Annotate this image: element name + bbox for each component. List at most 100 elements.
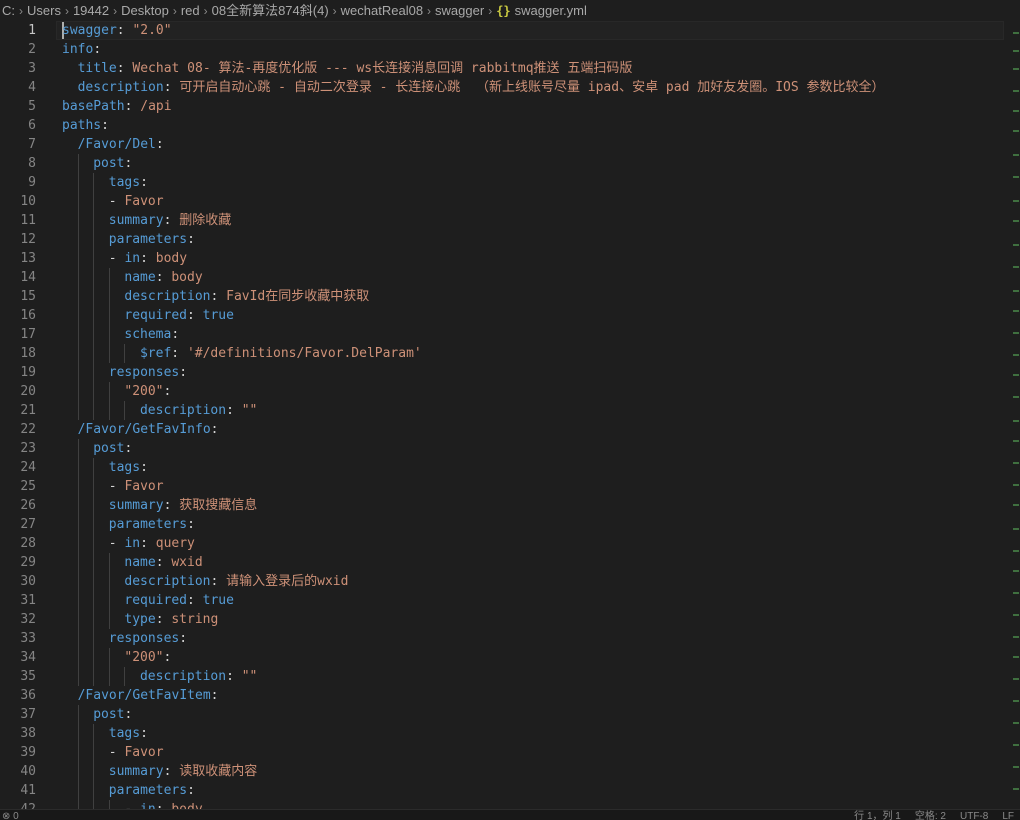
code-line[interactable]: 1 swagger: "2.0" — [0, 21, 1020, 40]
code-line[interactable]: 18 $ref: '#/definitions/Favor.DelParam' — [0, 344, 1020, 363]
code-line[interactable]: 41 parameters: — [0, 781, 1020, 800]
code-line[interactable]: 5 basePath: /api — [0, 97, 1020, 116]
line-number[interactable]: 2 — [0, 40, 36, 59]
code-line[interactable]: 21 description: "" — [0, 401, 1020, 420]
line-number[interactable]: 21 — [0, 401, 36, 420]
line-number[interactable]: 13 — [0, 249, 36, 268]
breadcrumb-item[interactable]: 08全新算法874斜(4) — [212, 3, 329, 18]
line-number[interactable]: 28 — [0, 534, 36, 553]
line-number[interactable]: 10 — [0, 192, 36, 211]
minimap-change-markers[interactable] — [1012, 22, 1020, 812]
line-number[interactable]: 37 — [0, 705, 36, 724]
code-line[interactable]: 29 name: wxid — [0, 553, 1020, 572]
code-line[interactable]: 20 "200": — [0, 382, 1020, 401]
code-line[interactable]: 10 - Favor — [0, 192, 1020, 211]
code-line[interactable]: 28 - in: query — [0, 534, 1020, 553]
code-line[interactable]: 13 - in: body — [0, 249, 1020, 268]
code-line[interactable]: 26 summary: 获取搜藏信息 — [0, 496, 1020, 515]
line-number[interactable]: 11 — [0, 211, 36, 230]
indent-guide — [62, 534, 78, 553]
code-line[interactable]: 7/Favor/Del: — [0, 135, 1020, 154]
code-line[interactable]: 35 description: "" — [0, 667, 1020, 686]
code-line[interactable]: 34 "200": — [0, 648, 1020, 667]
indent-guide — [62, 648, 78, 667]
line-content: required: true — [62, 591, 234, 610]
code-line[interactable]: 22/Favor/GetFavInfo: — [0, 420, 1020, 439]
line-number[interactable]: 6 — [0, 116, 36, 135]
line-number[interactable]: 36 — [0, 686, 36, 705]
code-line[interactable]: 33 responses: — [0, 629, 1020, 648]
line-number[interactable]: 17 — [0, 325, 36, 344]
code-line[interactable]: 24 tags: — [0, 458, 1020, 477]
line-number[interactable]: 29 — [0, 553, 36, 572]
code-line[interactable]: 8 post: — [0, 154, 1020, 173]
code-line[interactable]: 16 required: true — [0, 306, 1020, 325]
line-number[interactable]: 39 — [0, 743, 36, 762]
code-line[interactable]: 27 parameters: — [0, 515, 1020, 534]
line-number[interactable]: 5 — [0, 97, 36, 116]
code-line[interactable]: 19 responses: — [0, 363, 1020, 382]
code-line[interactable]: 36/Favor/GetFavItem: — [0, 686, 1020, 705]
code-line[interactable]: 40 summary: 读取收藏内容 — [0, 762, 1020, 781]
line-number[interactable]: 38 — [0, 724, 36, 743]
code-line[interactable]: 6 paths: — [0, 116, 1020, 135]
line-number[interactable]: 32 — [0, 610, 36, 629]
line-number[interactable]: 42 — [0, 800, 36, 809]
code-line[interactable]: 17 schema: — [0, 325, 1020, 344]
line-number[interactable]: 9 — [0, 173, 36, 192]
indent-guide — [93, 306, 109, 325]
code-line[interactable]: 9 tags: — [0, 173, 1020, 192]
line-number[interactable]: 31 — [0, 591, 36, 610]
line-number[interactable]: 27 — [0, 515, 36, 534]
breadcrumb-item[interactable]: wechatReal08 — [341, 3, 423, 18]
line-number[interactable]: 22 — [0, 420, 36, 439]
line-number[interactable]: 24 — [0, 458, 36, 477]
code-line[interactable]: 15 description: FavId在同步收藏中获取 — [0, 287, 1020, 306]
breadcrumb-item[interactable]: swagger — [435, 3, 484, 18]
line-number[interactable]: 15 — [0, 287, 36, 306]
breadcrumb-item[interactable]: Users — [27, 3, 61, 18]
code-line[interactable]: 38 tags: — [0, 724, 1020, 743]
breadcrumb-item[interactable]: Desktop — [121, 3, 169, 18]
line-number[interactable]: 34 — [0, 648, 36, 667]
line-number[interactable]: 7 — [0, 135, 36, 154]
line-number[interactable]: 3 — [0, 59, 36, 78]
code-line[interactable]: 30 description: 请输入登录后的wxid — [0, 572, 1020, 591]
line-number[interactable]: 20 — [0, 382, 36, 401]
line-number[interactable]: 12 — [0, 230, 36, 249]
code-line[interactable]: 25 - Favor — [0, 477, 1020, 496]
code-editor[interactable]: 1 swagger: "2.0" 2 info: 3 title: Wechat 08- … — [0, 21, 1020, 809]
breadcrumb-item[interactable]: red — [181, 3, 200, 18]
line-number[interactable]: 19 — [0, 363, 36, 382]
line-number[interactable]: 25 — [0, 477, 36, 496]
breadcrumb-item[interactable]: C: — [2, 3, 15, 18]
line-number[interactable]: 30 — [0, 572, 36, 591]
line-number[interactable]: 4 — [0, 78, 36, 97]
line-number[interactable]: 23 — [0, 439, 36, 458]
code-line[interactable]: 37 post: — [0, 705, 1020, 724]
breadcrumb-item[interactable]: 19442 — [73, 3, 109, 18]
line-number[interactable]: 16 — [0, 306, 36, 325]
code-line[interactable]: 23 post: — [0, 439, 1020, 458]
line-number[interactable]: 35 — [0, 667, 36, 686]
line-number[interactable]: 33 — [0, 629, 36, 648]
code-line[interactable]: 3 title: Wechat 08- 算法-再度优化版 --- ws长连接消息回… — [0, 59, 1020, 78]
line-number[interactable]: 14 — [0, 268, 36, 287]
breadcrumb-file-name[interactable]: swagger.yml — [515, 3, 587, 18]
line-number[interactable]: 8 — [0, 154, 36, 173]
line-number[interactable]: 41 — [0, 781, 36, 800]
code-line[interactable]: 31 required: true — [0, 591, 1020, 610]
line-number[interactable]: 26 — [0, 496, 36, 515]
line-number[interactable]: 1 — [0, 21, 36, 40]
code-line[interactable]: 39 - Favor — [0, 743, 1020, 762]
code-line[interactable]: 14 name: body — [0, 268, 1020, 287]
line-number[interactable]: 18 — [0, 344, 36, 363]
code-line[interactable]: 32 type: string — [0, 610, 1020, 629]
indent-guide — [93, 325, 109, 344]
code-line[interactable]: 12 parameters: — [0, 230, 1020, 249]
code-line[interactable]: 11 summary: 删除收藏 — [0, 211, 1020, 230]
code-line[interactable]: 2 info: — [0, 40, 1020, 59]
code-line[interactable]: 42 - in: body — [0, 800, 1020, 809]
line-number[interactable]: 40 — [0, 762, 36, 781]
code-line[interactable]: 4 description: 可开启自动心跳 - 自动二次登录 - 长连接心跳 （… — [0, 78, 1020, 97]
